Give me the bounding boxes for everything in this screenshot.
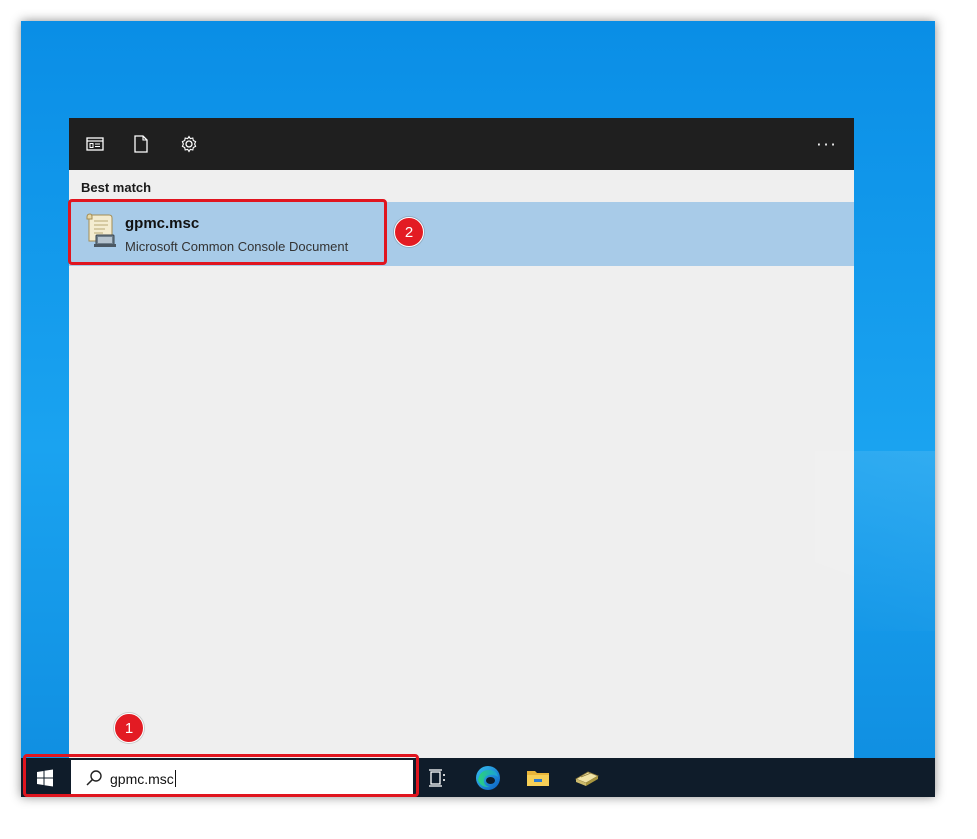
apps-icon[interactable] bbox=[83, 132, 107, 156]
start-button[interactable] bbox=[21, 758, 69, 797]
best-match-heading: Best match bbox=[81, 180, 152, 195]
taskbar: gpmc.msc bbox=[21, 758, 935, 797]
best-match-result[interactable]: gpmc.msc Microsoft Common Console Docume… bbox=[69, 202, 854, 266]
documents-icon[interactable] bbox=[129, 132, 153, 156]
text-caret bbox=[174, 770, 176, 787]
step1-badge: 1 bbox=[114, 713, 144, 743]
settings-icon[interactable] bbox=[177, 132, 201, 156]
desktop: ··· Best match gpmc.msc Microsoft Common bbox=[21, 21, 935, 797]
taskbar-search-box[interactable]: gpmc.msc bbox=[71, 760, 413, 795]
server-manager-icon[interactable] bbox=[566, 758, 608, 797]
more-options-button[interactable]: ··· bbox=[814, 132, 840, 156]
search-input[interactable]: gpmc.msc bbox=[110, 770, 176, 787]
task-view-icon[interactable] bbox=[417, 758, 459, 797]
search-panel: ··· Best match gpmc.msc Microsoft Common bbox=[69, 118, 854, 758]
edge-icon[interactable] bbox=[467, 758, 509, 797]
msc-console-icon bbox=[83, 213, 117, 249]
search-icon bbox=[86, 770, 102, 786]
search-input-value: gpmc.msc bbox=[110, 771, 174, 787]
result-title: gpmc.msc bbox=[125, 215, 200, 232]
search-panel-toolbar: ··· bbox=[69, 118, 854, 170]
step2-badge: 2 bbox=[394, 217, 424, 247]
result-subtitle: Microsoft Common Console Document bbox=[125, 239, 349, 254]
windows-logo-icon bbox=[37, 769, 53, 786]
file-explorer-icon[interactable] bbox=[517, 758, 559, 797]
